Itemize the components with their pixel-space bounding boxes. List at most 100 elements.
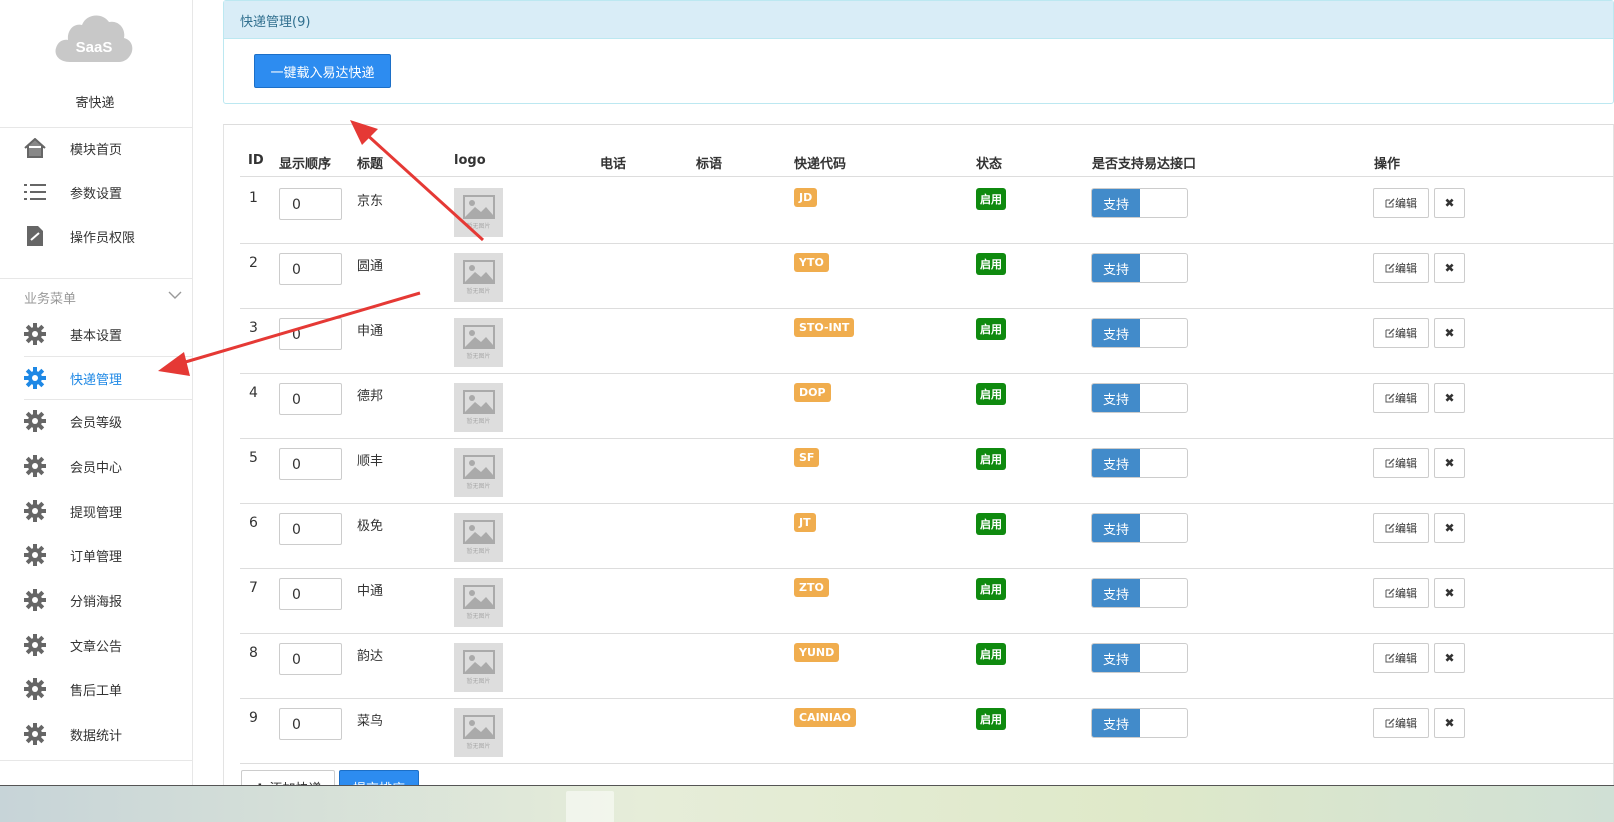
edit-button[interactable]: 编辑 bbox=[1373, 448, 1429, 478]
image-icon bbox=[462, 195, 495, 219]
edit-icon bbox=[1385, 718, 1395, 728]
gear-icon bbox=[24, 455, 46, 477]
sort-order-input[interactable]: 0 bbox=[279, 383, 342, 415]
toggle-on-label: 支持 bbox=[1092, 254, 1140, 282]
sidebar-item-home[interactable]: 模块首页 bbox=[0, 128, 193, 168]
edit-icon bbox=[1385, 393, 1395, 403]
express-code-badge: SF bbox=[794, 448, 820, 467]
row-title: 申通 bbox=[357, 324, 384, 339]
sidebar-item-member-levels[interactable]: 会员等级 bbox=[0, 401, 193, 441]
edit-button[interactable]: 编辑 bbox=[1373, 643, 1429, 673]
gear-icon bbox=[24, 500, 46, 522]
image-icon bbox=[462, 455, 495, 479]
delete-button[interactable]: ✖ bbox=[1434, 383, 1465, 413]
delete-button[interactable]: ✖ bbox=[1434, 253, 1465, 283]
sidebar-item-distribution-poster[interactable]: 分销海报 bbox=[0, 580, 193, 620]
sidebar: SaaS 寄快递 模块首页 参数设置 操作员权限 业务菜单 基本设置快递管理 会员等级… bbox=[0, 0, 193, 790]
image-icon bbox=[462, 260, 495, 284]
sidebar-item-statistics[interactable]: 数据统计 bbox=[0, 714, 193, 754]
logo-placeholder-text: 暂无图片 bbox=[466, 483, 491, 490]
sort-order-input[interactable]: 0 bbox=[279, 253, 342, 285]
gear-icon bbox=[24, 410, 46, 432]
sort-order-input[interactable]: 0 bbox=[279, 188, 342, 220]
yida-support-toggle[interactable]: 支持 bbox=[1091, 253, 1188, 283]
header-code: 快递代码 bbox=[794, 157, 847, 172]
logo-placeholder-text: 暂无图片 bbox=[466, 288, 491, 295]
gear-icon bbox=[24, 634, 46, 656]
sidebar-item-label: 数据统计 bbox=[70, 728, 123, 744]
header-id: ID bbox=[248, 153, 264, 168]
business-menu-header[interactable]: 业务菜单 bbox=[0, 278, 193, 312]
sort-order-input[interactable]: 0 bbox=[279, 318, 342, 350]
divider bbox=[0, 760, 193, 761]
sidebar-item-withdrawals[interactable]: 提现管理 bbox=[0, 491, 193, 531]
business-menu-label: 业务菜单 bbox=[24, 292, 77, 307]
load-yida-button[interactable]: 一键载入易达快递 bbox=[254, 54, 391, 88]
row-id: 1 bbox=[249, 190, 258, 206]
sort-order-input[interactable]: 0 bbox=[279, 578, 342, 610]
sidebar-item-params[interactable]: 参数设置 bbox=[0, 172, 193, 212]
sidebar-item-member-center[interactable]: 会员中心 bbox=[0, 446, 193, 486]
sort-order-input[interactable]: 0 bbox=[279, 643, 342, 675]
logo-placeholder-image: 暂无图片 bbox=[454, 188, 503, 237]
sidebar-item-express-management[interactable]: 快递管理 bbox=[0, 358, 193, 398]
yida-support-toggle[interactable]: 支持 bbox=[1091, 318, 1188, 348]
yida-support-toggle[interactable]: 支持 bbox=[1091, 643, 1188, 673]
sidebar-item-articles[interactable]: 文章公告 bbox=[0, 625, 193, 665]
saas-cloud-logo: SaaS bbox=[55, 15, 133, 62]
express-code-badge: YUND bbox=[794, 643, 840, 662]
sidebar-item-operators[interactable]: 操作员权限 bbox=[0, 216, 193, 256]
toggle-on-label: 支持 bbox=[1092, 709, 1140, 737]
site-name: 寄快递 bbox=[75, 96, 115, 111]
gear-icon bbox=[24, 323, 46, 345]
sort-order-input[interactable]: 0 bbox=[279, 708, 342, 740]
delete-button[interactable]: ✖ bbox=[1434, 513, 1465, 543]
edit-button[interactable]: 编辑 bbox=[1373, 188, 1429, 218]
edit-button[interactable]: 编辑 bbox=[1373, 708, 1429, 738]
status-badge: 启用 bbox=[976, 253, 1006, 275]
taskbar-item[interactable] bbox=[566, 791, 614, 822]
express-code-badge: ZTO bbox=[794, 578, 829, 597]
yida-support-toggle[interactable]: 支持 bbox=[1091, 513, 1188, 543]
yida-support-toggle[interactable]: 支持 bbox=[1091, 448, 1188, 478]
yida-support-toggle[interactable]: 支持 bbox=[1091, 578, 1188, 608]
row-id: 2 bbox=[249, 255, 258, 271]
logo-placeholder-text: 暂无图片 bbox=[466, 418, 491, 425]
chevron-down-icon bbox=[168, 291, 182, 299]
delete-button[interactable]: ✖ bbox=[1434, 448, 1465, 478]
edit-label: 编辑 bbox=[1395, 652, 1417, 665]
delete-button[interactable]: ✖ bbox=[1434, 578, 1465, 608]
express-code-badge: JD bbox=[794, 188, 818, 207]
edit-button[interactable]: 编辑 bbox=[1373, 383, 1429, 413]
delete-button[interactable]: ✖ bbox=[1434, 643, 1465, 673]
status-badge: 启用 bbox=[976, 383, 1006, 405]
edit-button[interactable]: 编辑 bbox=[1373, 578, 1429, 608]
toggle-on-label: 支持 bbox=[1092, 579, 1140, 607]
row-id: 8 bbox=[249, 645, 258, 661]
delete-button[interactable]: ✖ bbox=[1434, 708, 1465, 738]
status-badge: 启用 bbox=[976, 188, 1006, 210]
logo-placeholder-image: 暂无图片 bbox=[454, 253, 503, 302]
edit-button[interactable]: 编辑 bbox=[1373, 253, 1429, 283]
logo-placeholder-text: 暂无图片 bbox=[466, 678, 491, 685]
express-code-badge: DOP bbox=[794, 383, 831, 402]
yida-support-toggle[interactable]: 支持 bbox=[1091, 383, 1188, 413]
sort-order-input[interactable]: 0 bbox=[279, 448, 342, 480]
sidebar-item-basic-settings[interactable]: 基本设置 bbox=[0, 314, 193, 354]
delete-button[interactable]: ✖ bbox=[1434, 188, 1465, 218]
sidebar-item-orders[interactable]: 订单管理 bbox=[0, 535, 193, 575]
sidebar-item-label: 基本设置 bbox=[70, 328, 123, 344]
table-row: 6 0 极免 暂无图片 JT 启用 支持 编辑 ✖ bbox=[240, 503, 1614, 569]
yida-support-toggle[interactable]: 支持 bbox=[1091, 708, 1188, 738]
sidebar-item-after-sales[interactable]: 售后工单 bbox=[0, 669, 193, 709]
home-icon bbox=[24, 137, 46, 159]
edit-button[interactable]: 编辑 bbox=[1373, 513, 1429, 543]
toggle-on-label: 支持 bbox=[1092, 514, 1140, 542]
status-badge: 启用 bbox=[976, 318, 1006, 340]
edit-button[interactable]: 编辑 bbox=[1373, 318, 1429, 348]
table-row: 4 0 德邦 暂无图片 DOP 启用 支持 编辑 ✖ bbox=[240, 373, 1614, 439]
sort-order-input[interactable]: 0 bbox=[279, 513, 342, 545]
express-code-badge: JT bbox=[794, 513, 816, 532]
delete-button[interactable]: ✖ bbox=[1434, 318, 1465, 348]
yida-support-toggle[interactable]: 支持 bbox=[1091, 188, 1188, 218]
